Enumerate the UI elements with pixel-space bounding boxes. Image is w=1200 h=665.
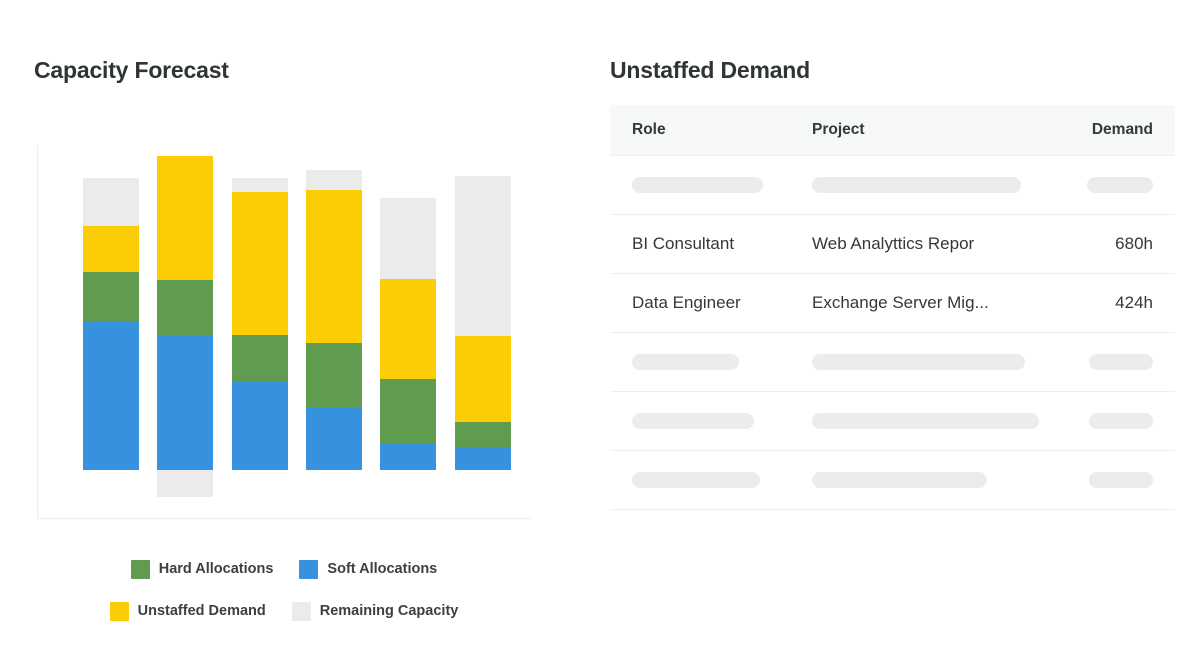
capacity-forecast-panel: Capacity Forecast Hard Allocations Soft … [0, 0, 600, 665]
bar-segment-remaining-capacity[interactable] [83, 178, 139, 226]
legend-row-1: Hard Allocations Soft Allocations [34, 548, 534, 590]
bar-segment-hard-allocations[interactable] [157, 280, 213, 336]
bar-segment-remaining-capacity[interactable] [232, 178, 288, 192]
page-title-capacity-forecast: Capacity Forecast [34, 57, 229, 84]
page-title-unstaffed-demand: Unstaffed Demand [610, 57, 810, 84]
bar-segment-soft-allocations[interactable] [83, 322, 139, 470]
skeleton-placeholder [1089, 413, 1153, 429]
legend-label-unstaffed-demand: Unstaffed Demand [137, 603, 266, 619]
legend-item-remaining-capacity[interactable]: Remaining Capacity [291, 601, 459, 621]
skeleton-placeholder [812, 472, 987, 488]
cell-role [632, 354, 812, 370]
chart-bar-4[interactable] [306, 145, 362, 519]
legend-label-remaining-capacity: Remaining Capacity [319, 603, 459, 619]
bar-segment-unstaffed-demand[interactable] [83, 226, 139, 272]
cell-project [812, 177, 1061, 193]
chart-bar-1[interactable] [83, 145, 139, 519]
bar-segment-unstaffed-demand[interactable] [306, 190, 362, 343]
table-header-row: Role Project Demand [610, 105, 1175, 156]
skeleton-placeholder [632, 177, 763, 193]
cell-demand [1061, 472, 1153, 488]
bar-segment-unstaffed-demand[interactable] [232, 192, 288, 335]
cell-demand [1061, 354, 1153, 370]
legend-swatch-hard-allocations [130, 559, 150, 579]
column-header-project[interactable]: Project [812, 121, 1061, 139]
legend-row-2: Unstaffed Demand Remaining Capacity [34, 590, 534, 632]
unstaffed-demand-panel: Unstaffed Demand Role Project Demand BI … [600, 0, 1200, 665]
table-body: BI Consultant Web Analyttics Repor 680h Dat… [610, 156, 1175, 510]
cell-project [812, 413, 1061, 429]
bar-segment-remaining-capacity-negative[interactable] [157, 470, 213, 497]
cell-role [632, 472, 812, 488]
skeleton-placeholder [632, 413, 754, 429]
bar-segment-unstaffed-demand[interactable] [157, 156, 213, 280]
skeleton-placeholder [812, 177, 1021, 193]
cell-role [632, 413, 812, 429]
legend-label-soft-allocations: Soft Allocations [327, 561, 438, 577]
unstaffed-demand-table: Role Project Demand BI Consultant Web Ana… [610, 105, 1175, 510]
bar-segment-hard-allocations[interactable] [306, 343, 362, 408]
cell-role [632, 177, 812, 193]
chart-legend: Hard Allocations Soft Allocations Unstaf… [34, 548, 534, 632]
cell-project [812, 354, 1061, 370]
table-row[interactable] [610, 392, 1175, 451]
legend-swatch-unstaffed-demand [109, 601, 129, 621]
skeleton-placeholder [632, 472, 760, 488]
cell-role: Data Engineer [632, 293, 741, 312]
bar-segment-unstaffed-demand[interactable] [455, 336, 511, 422]
bar-segment-remaining-capacity[interactable] [306, 170, 362, 190]
table-row[interactable] [610, 451, 1175, 510]
chart-bar-5[interactable] [380, 145, 436, 519]
legend-swatch-soft-allocations [299, 559, 319, 579]
skeleton-placeholder [1089, 354, 1153, 370]
bar-segment-soft-allocations[interactable] [157, 336, 213, 470]
bar-segment-soft-allocations[interactable] [232, 382, 288, 470]
cell-demand: 680h [1115, 234, 1153, 253]
skeleton-placeholder [632, 354, 739, 370]
skeleton-placeholder [1087, 177, 1153, 193]
bar-segment-hard-allocations[interactable] [380, 379, 436, 443]
cell-demand: 424h [1115, 293, 1153, 312]
chart-bar-6[interactable] [455, 145, 511, 519]
skeleton-placeholder [812, 354, 1025, 370]
dashboard-root: Capacity Forecast Hard Allocations Soft … [0, 0, 1200, 665]
column-header-role[interactable]: Role [632, 121, 812, 139]
skeleton-placeholder [812, 413, 1039, 429]
legend-item-soft-allocations[interactable]: Soft Allocations [299, 559, 438, 579]
chart-bar-2[interactable] [157, 145, 213, 519]
capacity-forecast-chart [37, 145, 531, 519]
cell-project: Web Analyttics Repor [812, 234, 975, 253]
cell-demand [1061, 177, 1153, 193]
cell-role: BI Consultant [632, 234, 735, 253]
chart-bars-layer [38, 145, 532, 519]
table-row[interactable] [610, 156, 1175, 215]
bar-segment-hard-allocations[interactable] [232, 335, 288, 382]
cell-demand [1061, 413, 1153, 429]
bar-segment-hard-allocations[interactable] [455, 422, 511, 447]
bar-segment-hard-allocations[interactable] [83, 272, 139, 322]
bar-segment-soft-allocations[interactable] [455, 447, 511, 470]
cell-project [812, 472, 1061, 488]
bar-segment-soft-allocations[interactable] [306, 408, 362, 470]
legend-label-hard-allocations: Hard Allocations [158, 561, 274, 577]
bar-segment-soft-allocations[interactable] [380, 443, 436, 470]
chart-bar-3[interactable] [232, 145, 288, 519]
column-header-demand[interactable]: Demand [1061, 121, 1153, 139]
legend-item-hard-allocations[interactable]: Hard Allocations [130, 559, 274, 579]
table-row[interactable] [610, 333, 1175, 392]
table-row[interactable]: BI Consultant Web Analyttics Repor 680h [610, 215, 1175, 274]
legend-swatch-remaining-capacity [291, 601, 311, 621]
table-row[interactable]: Data Engineer Exchange Server Mig... 424h [610, 274, 1175, 333]
bar-segment-remaining-capacity[interactable] [455, 176, 511, 336]
legend-item-unstaffed-demand[interactable]: Unstaffed Demand [109, 601, 266, 621]
bar-segment-remaining-capacity[interactable] [380, 198, 436, 279]
cell-project: Exchange Server Mig... [812, 293, 989, 312]
bar-segment-unstaffed-demand[interactable] [380, 279, 436, 379]
skeleton-placeholder [1089, 472, 1153, 488]
